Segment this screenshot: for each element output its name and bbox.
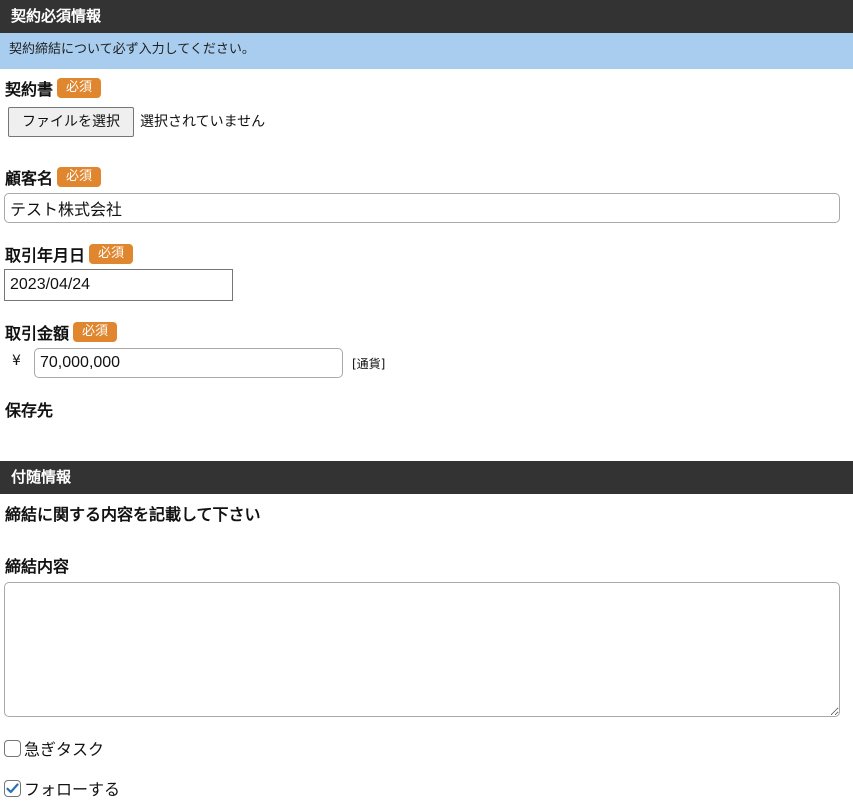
transaction-date-label: 取引年月日 xyxy=(5,246,86,265)
customer-name-label: 顧客名 xyxy=(5,169,54,188)
transaction-amount-input[interactable] xyxy=(34,348,343,378)
notice-bar: 契約締結について必ず入力してください。 xyxy=(0,33,853,69)
choose-file-button[interactable]: ファイルを選択 xyxy=(8,107,134,137)
contract-file-label: 契約書 xyxy=(5,80,54,99)
supplementary-section-header: 付随情報 xyxy=(0,461,853,494)
required-badge: 必須 xyxy=(57,167,102,187)
customer-name-label-row: 顧客名 必須 xyxy=(5,165,102,189)
notice-text: 契約締結について必ず入力してください。 xyxy=(9,42,255,57)
contract-content-label-row: 締結内容 xyxy=(5,553,69,577)
follow-checkbox-row[interactable]: フォローする xyxy=(4,776,120,800)
transaction-date-input[interactable] xyxy=(4,269,233,301)
required-section-title: 契約必須情報 xyxy=(11,7,102,25)
urgent-task-label[interactable]: 急ぎタスク xyxy=(24,736,104,760)
required-section-header: 契約必須情報 xyxy=(0,0,853,33)
transaction-date-label-row: 取引年月日 必須 xyxy=(5,242,134,266)
contract-content-textarea[interactable] xyxy=(4,582,840,717)
contract-content-label: 締結内容 xyxy=(5,557,70,576)
follow-label[interactable]: フォローする xyxy=(24,776,120,800)
contract-file-label-row: 契約書 必須 xyxy=(5,76,102,100)
supplementary-description: 締結に関する内容を記載して下さい xyxy=(5,505,261,524)
transaction-amount-label-row: 取引金額 必須 xyxy=(5,320,118,344)
file-status-text: 選択されていません xyxy=(140,114,266,130)
save-location-label-row: 保存先 xyxy=(5,397,53,421)
transaction-amount-label: 取引金額 xyxy=(5,324,70,343)
urgent-task-checkbox[interactable] xyxy=(4,739,21,757)
required-badge: 必須 xyxy=(57,78,102,98)
required-badge: 必須 xyxy=(73,322,118,342)
yen-symbol: ¥ xyxy=(12,353,21,369)
required-badge: 必須 xyxy=(89,244,134,264)
checkmark-icon xyxy=(6,782,19,793)
currency-link[interactable]: [通貨] xyxy=(352,355,385,372)
urgent-task-checkbox-row[interactable]: 急ぎタスク xyxy=(4,736,104,760)
customer-name-input[interactable] xyxy=(4,193,840,223)
supplementary-section-title: 付随情報 xyxy=(11,468,72,486)
save-location-label: 保存先 xyxy=(5,401,54,420)
follow-checkbox[interactable] xyxy=(4,779,21,797)
